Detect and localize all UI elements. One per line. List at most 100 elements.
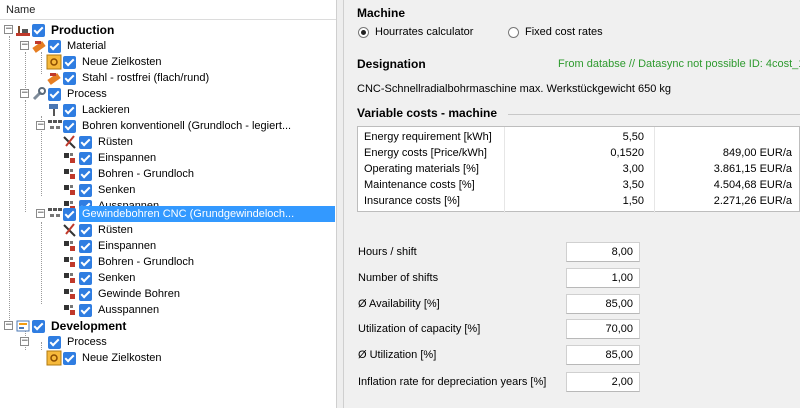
tree-node-ruesten[interactable]: Rüsten bbox=[0, 222, 336, 238]
pane-splitter[interactable] bbox=[336, 0, 344, 408]
table-row[interactable]: Insurance costs [%] 1,50 2.271,26 EUR/a bbox=[358, 193, 800, 209]
tree-node-neue-zielkosten[interactable]: Neue Zielkosten bbox=[0, 350, 336, 366]
table-row[interactable]: Energy requirement [kWh] 5,50 bbox=[358, 129, 800, 145]
senken-checkbox[interactable] bbox=[79, 184, 92, 197]
variable-costs-table[interactable]: Energy requirement [kWh] 5,50 Energy cos… bbox=[357, 126, 800, 213]
operation-group-icon bbox=[48, 120, 62, 129]
collapse-toggle[interactable]: − bbox=[4, 25, 13, 34]
tree-node-label: Bohren - Grundloch bbox=[98, 168, 194, 180]
operation-step-icon bbox=[64, 241, 75, 251]
cost-value[interactable]: 1,50 bbox=[558, 193, 644, 209]
bohren-grundloch-checkbox[interactable] bbox=[79, 168, 92, 181]
tree-node-neue-zielkosten[interactable]: Neue Zielkosten bbox=[0, 54, 336, 70]
einspannen-checkbox[interactable] bbox=[79, 240, 92, 253]
tree-node-process[interactable]: − Process bbox=[0, 334, 336, 350]
tree-node-label: Production bbox=[51, 23, 115, 37]
ausspannen-checkbox[interactable] bbox=[79, 304, 92, 317]
hourrates-radio[interactable] bbox=[358, 27, 369, 38]
tree-node-einspannen[interactable]: Einspannen bbox=[0, 150, 336, 166]
operation-step-icon bbox=[64, 169, 75, 179]
tree-view[interactable]: Name − Production − Material Neue Zielko… bbox=[0, 0, 336, 408]
availability-label: Ø Availability [%] bbox=[358, 298, 440, 310]
tree-node-label: Rüsten bbox=[98, 136, 133, 148]
cost-value[interactable]: 3,50 bbox=[558, 177, 644, 193]
stahl-checkbox[interactable] bbox=[63, 72, 76, 85]
tree-node-label: Einspannen bbox=[98, 152, 157, 164]
tree-node-ruesten[interactable]: Rüsten bbox=[0, 134, 336, 150]
development-checkbox[interactable] bbox=[32, 320, 45, 333]
collapse-toggle[interactable]: − bbox=[20, 337, 29, 346]
hours-per-shift-input[interactable]: 8,00 bbox=[566, 242, 640, 262]
hourrates-radio-label[interactable]: Hourrates calculator bbox=[375, 26, 473, 38]
tree-node-label: Development bbox=[51, 319, 127, 333]
senken-checkbox[interactable] bbox=[79, 272, 92, 285]
cost-label: Energy costs [Price/kWh] bbox=[364, 147, 487, 159]
inflation-rate-input[interactable]: 2,00 bbox=[566, 372, 640, 392]
lackieren-checkbox[interactable] bbox=[63, 104, 76, 117]
material-icon bbox=[32, 41, 46, 53]
cost-amount: 4.504,68 EUR/a bbox=[713, 179, 792, 191]
tree-node-bohren-konventionell[interactable]: − Bohren konventionell (Grundloch - legi… bbox=[0, 118, 336, 134]
utilization-label: Ø Utilization [%] bbox=[358, 349, 437, 361]
production-checkbox[interactable] bbox=[32, 24, 45, 37]
table-row[interactable]: Maintenance costs [%] 3,50 4.504,68 EUR/… bbox=[358, 177, 800, 193]
cost-amount: 2.271,26 EUR/a bbox=[713, 195, 792, 207]
collapse-toggle[interactable]: − bbox=[36, 209, 45, 218]
gewinde-bohren-checkbox[interactable] bbox=[79, 288, 92, 301]
material-checkbox[interactable] bbox=[48, 40, 61, 53]
tree-node-label: Lackieren bbox=[82, 104, 130, 116]
tree-node-label: Ausspannen bbox=[98, 304, 160, 316]
availability-input[interactable]: 85,00 bbox=[566, 294, 640, 314]
fixed-cost-radio-label[interactable]: Fixed cost rates bbox=[525, 26, 603, 38]
tree-node-gewinde-bohren[interactable]: Gewinde Bohren bbox=[0, 286, 336, 302]
tree-node-gewindebohren-cnc[interactable]: − Gewindebohren CNC (Grundgewindeloch... bbox=[0, 206, 336, 222]
process-checkbox[interactable] bbox=[48, 336, 61, 349]
einspannen-checkbox[interactable] bbox=[79, 152, 92, 165]
tree-node-label: Gewinde Bohren bbox=[98, 288, 180, 300]
cost-value[interactable]: 5,50 bbox=[558, 129, 644, 145]
tree-node-production[interactable]: − Production bbox=[0, 22, 336, 38]
table-row[interactable]: Operating materials [%] 3,00 3.861,15 EU… bbox=[358, 161, 800, 177]
tree-node-bohren-grundloch[interactable]: Bohren - Grundloch bbox=[0, 254, 336, 270]
neue-zielkosten-checkbox[interactable] bbox=[63, 352, 76, 365]
process-checkbox[interactable] bbox=[48, 88, 61, 101]
collapse-toggle[interactable]: − bbox=[20, 89, 29, 98]
tree-node-einspannen[interactable]: Einspannen bbox=[0, 238, 336, 254]
utilization-input[interactable]: 85,00 bbox=[566, 345, 640, 365]
bohren-grundloch-checkbox[interactable] bbox=[79, 256, 92, 269]
number-of-shifts-input[interactable]: 1,00 bbox=[566, 268, 640, 288]
setup-icon bbox=[63, 223, 76, 237]
target-cost-icon bbox=[46, 54, 62, 70]
ruesten-checkbox[interactable] bbox=[79, 136, 92, 149]
tree-node-process[interactable]: − Process bbox=[0, 86, 336, 102]
gewindebohren-cnc-checkbox[interactable] bbox=[63, 208, 76, 221]
detail-panel: Machine Hourrates calculator Fixed cost … bbox=[344, 0, 800, 408]
fixed-cost-radio[interactable] bbox=[508, 27, 519, 38]
cost-value[interactable]: 3,00 bbox=[558, 161, 644, 177]
bohren-konventionell-checkbox[interactable] bbox=[63, 120, 76, 133]
operation-step-icon bbox=[64, 185, 75, 195]
operation-step-icon bbox=[64, 289, 75, 299]
ruesten-checkbox[interactable] bbox=[79, 224, 92, 237]
table-row[interactable]: Energy costs [Price/kWh] 0,1520 849,00 E… bbox=[358, 145, 800, 161]
tree-node-material[interactable]: − Material bbox=[0, 38, 336, 54]
tree-node-stahl[interactable]: Stahl - rostfrei (flach/rund) bbox=[0, 70, 336, 86]
tree-column-header-name[interactable]: Name bbox=[0, 0, 336, 20]
collapse-toggle[interactable]: − bbox=[36, 121, 45, 130]
tree-node-senken[interactable]: Senken bbox=[0, 270, 336, 286]
tree-node-ausspannen[interactable]: Ausspannen bbox=[0, 302, 336, 318]
tree-node-development[interactable]: − Development bbox=[0, 318, 336, 334]
designation-value: CNC-Schnellradialbohrmaschine max. Werks… bbox=[357, 83, 672, 95]
cost-value[interactable]: 0,1520 bbox=[558, 145, 644, 161]
tree-node-lackieren[interactable]: Lackieren bbox=[0, 102, 336, 118]
neue-zielkosten-checkbox[interactable] bbox=[63, 56, 76, 69]
tree-node-senken[interactable]: Senken bbox=[0, 182, 336, 198]
tree-node-bohren-grundloch[interactable]: Bohren - Grundloch bbox=[0, 166, 336, 182]
collapse-toggle[interactable]: − bbox=[20, 41, 29, 50]
cost-amount: 3.861,15 EUR/a bbox=[713, 163, 792, 175]
operation-step-icon bbox=[64, 273, 75, 283]
wrench-icon bbox=[32, 87, 46, 101]
hours-per-shift-label: Hours / shift bbox=[358, 246, 417, 258]
utilization-of-capacity-input[interactable]: 70,00 bbox=[566, 319, 640, 339]
collapse-toggle[interactable]: − bbox=[4, 321, 13, 330]
